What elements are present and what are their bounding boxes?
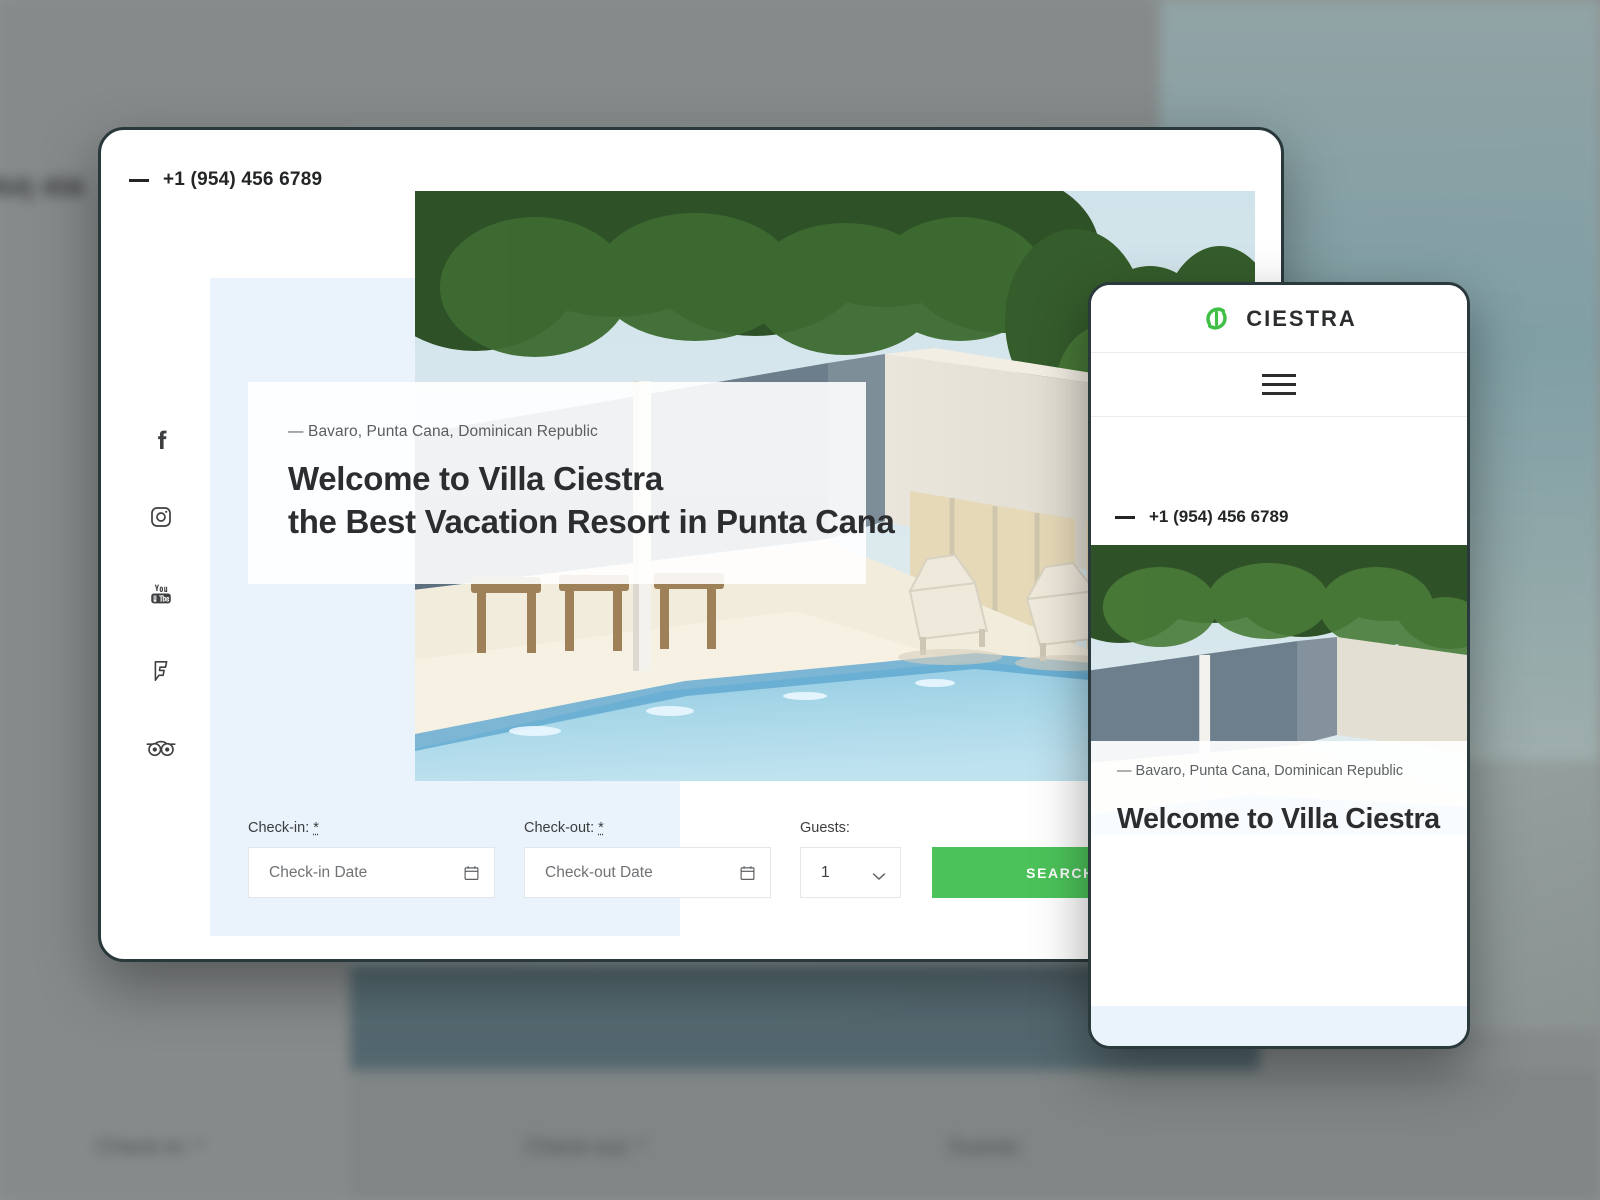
minus-dash-icon — [1115, 515, 1135, 519]
calendar-icon[interactable] — [463, 864, 480, 882]
minus-dash-icon — [129, 178, 149, 182]
checkout-placeholder: Check-out Date — [545, 863, 653, 881]
social-links-rail — [131, 425, 191, 763]
chevron-down-icon — [872, 868, 886, 881]
calendar-icon[interactable] — [739, 864, 756, 882]
phone-phone-number: +1 (954) 456 6789 — [1149, 507, 1289, 526]
phone-hero-text-card: — Bavaro, Punta Cana, Dominican Republic… — [1091, 741, 1467, 835]
checkin-input[interactable]: Check-in Date — [248, 847, 495, 898]
hamburger-menu-icon[interactable] — [1262, 374, 1296, 395]
youtube-icon[interactable] — [146, 579, 176, 609]
phone-menu-bar — [1091, 353, 1467, 417]
background-label-guests: Guests: — [948, 1134, 1024, 1159]
checkout-required-mark: * — [598, 820, 604, 836]
checkin-placeholder: Check-in Date — [269, 863, 368, 881]
checkout-label: Check-out: * — [524, 820, 771, 836]
screenshot-stage: 954) 456 Check-in: * Check-out: * Guests… — [0, 0, 1600, 1200]
hero-location-kicker: — Bavaro, Punta Cana, Dominican Republic — [288, 422, 598, 440]
hero-headline-line-2: the Best Vacation Resort in Punta Cana — [288, 503, 895, 540]
tripadvisor-icon[interactable] — [146, 733, 176, 763]
phone-hero-headline: Welcome to Villa Ciestra the Best Vacati… — [1117, 803, 1440, 835]
checkout-label-text: Check-out: — [524, 820, 595, 836]
foursquare-icon[interactable] — [146, 656, 176, 686]
phone-phone-link[interactable]: +1 (954) 456 6789 — [1115, 507, 1288, 527]
hero-text-card: — Bavaro, Punta Cana, Dominican Republic… — [248, 382, 895, 584]
guests-field-group: Guests: 1 — [800, 820, 901, 898]
checkin-field-group: Check-in: * Check-in Date — [248, 820, 495, 898]
checkout-field-group: Check-out: * Check-out Date — [524, 820, 771, 898]
phone-footer-strip — [1091, 1006, 1467, 1046]
desktop-phone-number: +1 (954) 456 6789 — [163, 169, 323, 190]
checkin-required-mark: * — [313, 820, 319, 836]
phone-blank-band — [1091, 417, 1467, 489]
villa-pool-photo: — Bavaro, Punta Cana, Dominican Republic… — [1091, 545, 1467, 835]
ciestra-c-logo-icon[interactable] — [1201, 303, 1232, 334]
guests-value: 1 — [821, 863, 830, 881]
checkout-input[interactable]: Check-out Date — [524, 847, 771, 898]
phone-location-kicker: — Bavaro, Punta Cana, Dominican Republic — [1117, 763, 1404, 779]
checkin-label: Check-in: * — [248, 820, 495, 836]
background-label-checkout: Check-out: * — [525, 1134, 647, 1159]
checkin-label-text: Check-in: — [248, 820, 310, 836]
instagram-icon[interactable] — [146, 502, 176, 532]
phone-mockup: CIESTRA +1 (954) 456 6789 — Bavaro, Punt… — [1088, 282, 1470, 1049]
brand-name: CIESTRA — [1246, 305, 1357, 331]
hero-headline-line-1: Welcome to Villa Ciestra — [288, 459, 663, 497]
phone-contact-bar: +1 (954) 456 6789 — [1091, 489, 1467, 545]
desktop-phone-link[interactable]: +1 (954) 456 6789 — [129, 169, 322, 191]
guests-label: Guests: — [800, 820, 850, 836]
facebook-icon[interactable] — [146, 425, 176, 455]
background-label-checkin: Check-in: * — [96, 1134, 204, 1159]
guests-select[interactable]: 1 — [800, 847, 901, 898]
background-ghost-phone-text: 954) 456 — [0, 172, 85, 202]
phone-logo-bar: CIESTRA — [1091, 285, 1467, 353]
